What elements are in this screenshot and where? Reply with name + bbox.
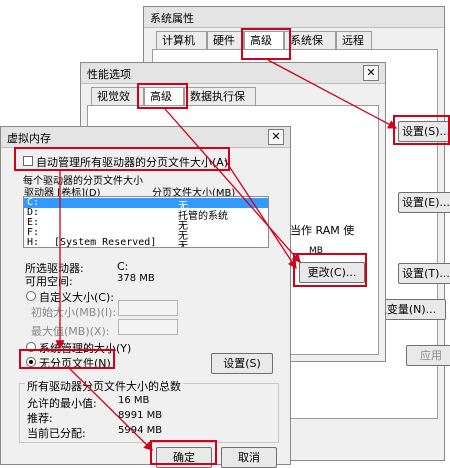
highlight-no-paging (19, 349, 115, 369)
custom-size-label: 自定义大小(C): (39, 291, 114, 304)
close-icon[interactable]: ✕ (363, 65, 379, 81)
highlight-performance-settings (393, 115, 450, 145)
highlight-system-advanced-tab (241, 28, 291, 60)
tab-remote[interactable]: 远程 (336, 31, 372, 49)
performance-options-title: 性能选项 (87, 68, 131, 81)
set-button[interactable]: 设置(S) (211, 353, 273, 374)
selected-drive-value: C: (117, 260, 129, 273)
drive-row-d[interactable]: D: 托管的系统 (24, 207, 268, 222)
ram-text: 当作 RAM 使 (290, 224, 355, 237)
startup-settings-button[interactable]: 设置(T)... (398, 263, 450, 284)
allocated-label: 当前已分配: (27, 427, 86, 440)
tab-dep[interactable]: 数据执行保护 (184, 87, 256, 121)
apply-button[interactable]: 应用 (406, 345, 450, 366)
max-size-input[interactable] (118, 319, 178, 335)
highlight-ok-button (150, 440, 217, 465)
user-profile-settings-button[interactable]: 设置(E)... (398, 192, 450, 213)
available-space-label: 可用空间: (25, 275, 73, 288)
tab-computer-name[interactable]: 计算机名 (156, 31, 207, 65)
virtual-memory-dialog: 虚拟内存 ✕ 自动管理所有驱动器的分页文件大小(A) 每个驱动器的分页文件大小 … (0, 126, 291, 468)
highlight-perf-advanced-tab (137, 83, 188, 109)
tab-hardware[interactable]: 硬件 (207, 31, 244, 49)
min-allowed-value: 16 MB (118, 395, 150, 406)
highlight-change-button[interactable] (293, 253, 367, 287)
drive-row-c[interactable]: C: 无 (24, 197, 268, 212)
highlight-auto-manage (14, 147, 230, 171)
system-properties-titlebar: 系统属性 (144, 7, 444, 28)
recommended-value: 8991 MB (118, 410, 163, 421)
max-size-label: 最大值(MB)(X): (31, 325, 110, 338)
custom-size-radio[interactable] (26, 291, 36, 301)
virtual-memory-title: 虚拟内存 (7, 132, 51, 145)
performance-options-titlebar: 性能选项 ✕ (81, 63, 385, 84)
close-icon[interactable]: ✕ (268, 129, 284, 145)
tab-system-protection[interactable]: 系统保护 (284, 31, 336, 65)
total-size-group-title: 所有驱动器分页文件大小的总数 (25, 378, 183, 394)
initial-size-label: 初始大小(MB)(I): (31, 306, 117, 319)
allocated-value: 5994 MB (118, 425, 163, 436)
recommended-label: 推荐: (27, 412, 53, 425)
drive-row-h[interactable]: H: [System Reserved] 无 (24, 237, 268, 247)
min-allowed-label: 允许的最小值: (27, 397, 97, 410)
virtual-memory-titlebar: 虚拟内存 ✕ (1, 127, 290, 148)
drive-row-e[interactable]: E: 无 (24, 217, 268, 232)
drive-list[interactable]: C: 无 D: 托管的系统 E: 无 F: 无 H: [System Reser… (23, 196, 269, 248)
system-properties-title: 系统属性 (150, 12, 194, 25)
available-space-value: 378 MB (117, 273, 155, 284)
initial-size-input[interactable] (118, 300, 178, 316)
